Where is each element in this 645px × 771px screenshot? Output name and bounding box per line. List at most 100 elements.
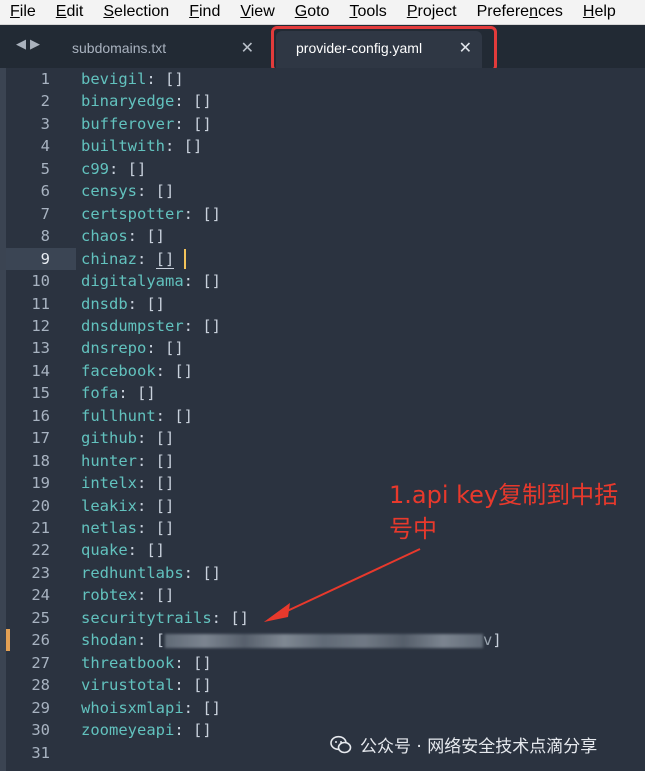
line-number: 7 <box>40 204 50 223</box>
code-line[interactable]: certspotter: [] <box>81 203 221 225</box>
code-line[interactable]: chinaz: [] <box>81 248 175 270</box>
yaml-value: [] <box>193 676 212 695</box>
line-number: 14 <box>31 361 50 380</box>
yaml-colon: : <box>137 429 156 448</box>
menu-tools[interactable]: Tools <box>337 0 394 24</box>
yaml-colon: : <box>137 474 156 493</box>
line-number: 10 <box>31 272 50 291</box>
menu-file[interactable]: File <box>0 0 44 24</box>
tab-prev-icon[interactable]: ◀ <box>16 37 30 52</box>
yaml-value: [] <box>165 70 184 88</box>
menu-project[interactable]: Project <box>395 0 465 24</box>
line-number: 6 <box>40 182 50 201</box>
yaml-value: [] <box>155 249 175 269</box>
yaml-value: [] <box>174 361 193 380</box>
line-number: 16 <box>31 406 50 425</box>
yaml-value: [] <box>183 137 203 156</box>
yaml-key: certspotter <box>81 204 184 223</box>
yaml-key: fullhunt <box>81 406 156 425</box>
yaml-value: [] <box>146 541 166 560</box>
yaml-key: dnsrepo <box>81 339 147 358</box>
tab-next-icon[interactable]: ▶ <box>30 37 44 52</box>
code-line[interactable]: digitalyama: [] <box>81 270 221 292</box>
code-line[interactable]: censys: [] <box>81 180 174 202</box>
menu-preferences[interactable]: Preferences <box>465 0 571 24</box>
code-line[interactable]: netlas: [] <box>81 517 174 539</box>
code-line[interactable]: shodan: [v] <box>81 629 502 651</box>
yaml-colon: : <box>183 272 203 291</box>
code-line[interactable]: github: [] <box>81 427 174 449</box>
yaml-colon: : <box>146 339 165 358</box>
yaml-colon: : <box>137 451 156 470</box>
line-number: 31 <box>31 743 50 762</box>
yaml-colon: : <box>183 316 203 335</box>
code-line[interactable]: dnsrepo: [] <box>81 337 184 359</box>
menu-goto[interactable]: Goto <box>283 0 338 24</box>
code-line[interactable]: fullhunt: [] <box>81 405 193 427</box>
code-line[interactable]: fofa: [] <box>81 382 156 404</box>
code-line[interactable]: dnsdumpster: [] <box>81 315 221 337</box>
code-line[interactable]: facebook: [] <box>81 360 193 382</box>
code-line[interactable]: threatbook: [] <box>81 652 212 674</box>
yaml-key: hunter <box>81 451 137 470</box>
menu-selection[interactable]: Selection <box>91 0 177 24</box>
menu-help[interactable]: Help <box>571 0 624 24</box>
line-number: 29 <box>31 698 50 717</box>
yaml-key: redhuntlabs <box>81 563 184 582</box>
yaml-value: [] <box>165 339 184 358</box>
yaml-value: [] <box>230 608 249 627</box>
code-line[interactable]: hunter: [] <box>81 450 174 472</box>
code-line[interactable]: whoisxmlapi: [] <box>81 697 221 719</box>
yaml-value: [] <box>193 653 212 672</box>
code-line[interactable]: leakix: [] <box>81 495 174 517</box>
tab-subdomains[interactable]: subdomains.txt ✕ <box>52 31 264 68</box>
close-icon[interactable]: ✕ <box>241 38 254 58</box>
code-line[interactable]: chaos: [] <box>81 225 165 247</box>
yaml-key: leakix <box>81 496 137 515</box>
menu-edit[interactable]: Edit <box>44 0 92 24</box>
code-line[interactable]: bufferover: [] <box>81 113 212 135</box>
code-line[interactable]: intelx: [] <box>81 472 174 494</box>
line-number: 23 <box>31 563 50 582</box>
yaml-key: censys <box>81 182 137 201</box>
yaml-colon: : <box>155 406 175 425</box>
code-line[interactable]: builtwith: [] <box>81 135 202 157</box>
code-line[interactable]: quake: [] <box>81 539 165 561</box>
line-number: 11 <box>31 294 50 313</box>
code-line[interactable]: zoomeyeapi: [] <box>81 719 212 741</box>
line-number: 25 <box>31 608 50 627</box>
tab-label: subdomains.txt <box>72 40 167 56</box>
code-line[interactable]: redhuntlabs: [] <box>81 562 221 584</box>
line-number: 21 <box>31 519 50 537</box>
tab-nav-arrows[interactable]: ◀▶ <box>16 37 44 52</box>
code-line[interactable]: bevigil: [] <box>81 68 184 90</box>
line-number: 13 <box>31 339 50 358</box>
menu-view[interactable]: View <box>228 0 282 24</box>
wechat-icon <box>330 735 352 753</box>
yaml-value: [] <box>155 451 175 470</box>
yaml-colon: : <box>174 721 193 740</box>
yaml-key: bufferover <box>81 114 175 133</box>
code-line[interactable]: binaryedge: [] <box>81 90 212 112</box>
code-line[interactable]: robtex: [] <box>81 584 174 606</box>
yaml-value: [] <box>202 563 221 582</box>
line-number: 17 <box>31 429 50 448</box>
yaml-value: [] <box>155 586 175 605</box>
line-number: 2 <box>40 92 50 111</box>
yaml-key: securitytrails <box>81 608 212 627</box>
yaml-colon: : <box>183 698 203 717</box>
line-number: 15 <box>31 384 50 403</box>
yaml-colon: : <box>146 70 165 88</box>
code-line[interactable]: dnsdb: [] <box>81 293 165 315</box>
line-number: 27 <box>31 653 50 672</box>
yaml-value: [] <box>155 474 175 493</box>
yaml-key: whoisxmlapi <box>81 698 184 717</box>
line-number: 19 <box>31 474 50 493</box>
code-line[interactable]: securitytrails: [] <box>81 607 249 629</box>
yaml-value: [] <box>155 496 175 515</box>
code-line[interactable]: c99: [] <box>81 158 146 180</box>
menu-find[interactable]: Find <box>177 0 228 24</box>
code-line[interactable]: virustotal: [] <box>81 674 212 696</box>
redacted-api-key <box>165 633 484 648</box>
yaml-colon: : <box>155 361 175 380</box>
